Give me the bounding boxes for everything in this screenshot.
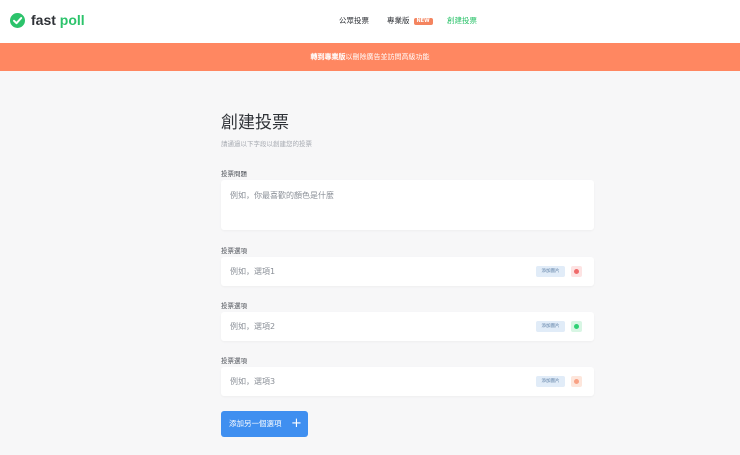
main-nav: 公眾投票 專業版 NEW 創建投票 xyxy=(0,15,740,29)
option-3-color-picker[interactable] xyxy=(571,376,582,387)
nav-create-poll[interactable]: 創建投票 xyxy=(447,15,477,27)
option-1-placeholder: 例如，選項1 xyxy=(230,267,276,276)
banner-strong-text: 轉到專業版 xyxy=(310,53,346,61)
color-dot-icon xyxy=(574,324,579,329)
option-1-label: 投票選項 xyxy=(221,247,247,255)
question-label: 投票問題 xyxy=(221,170,247,178)
nav-public-polls[interactable]: 公眾投票 xyxy=(339,15,369,27)
top-header: fast poll 公眾投票 專業版 NEW 創建投票 xyxy=(0,0,740,43)
option-2-color-picker[interactable] xyxy=(571,321,582,332)
nav-pro[interactable]: 專業版 NEW xyxy=(387,15,433,27)
option-1-field[interactable]: 例如，選項1 添加圖片 xyxy=(221,257,594,286)
option-2-label: 投票選項 xyxy=(221,302,247,310)
color-dot-icon xyxy=(574,379,579,384)
option-2-field[interactable]: 例如，選項2 添加圖片 xyxy=(221,312,594,341)
upgrade-banner[interactable]: 轉到專業版以刪除廣告並訪問高級功能 xyxy=(0,43,740,71)
plus-icon: + xyxy=(291,416,302,431)
page-subtitle: 請通過以下字段以創建您的投票 xyxy=(221,140,312,148)
banner-rest-text: 以刪除廣告並訪問高級功能 xyxy=(345,53,430,61)
banner-text: 轉到專業版以刪除廣告並訪問高級功能 xyxy=(311,52,430,62)
nav-pro-label: 專業版 xyxy=(387,16,410,25)
option-3-label: 投票選項 xyxy=(221,357,247,365)
option-3-placeholder: 例如，選項3 xyxy=(230,377,276,386)
option-2-add-image-button[interactable]: 添加圖片 xyxy=(536,321,565,332)
add-option-button[interactable]: 添加另一個選項 + xyxy=(221,411,308,437)
new-badge: NEW xyxy=(413,18,433,25)
page-title: 創建投票 xyxy=(221,113,289,133)
color-dot-icon xyxy=(574,269,579,274)
option-3-field[interactable]: 例如，選項3 添加圖片 xyxy=(221,367,594,396)
question-field[interactable]: 例如，你最喜歡的顏色是什麼 xyxy=(221,180,594,230)
add-option-label: 添加另一個選項 xyxy=(229,419,282,428)
option-3-add-image-button[interactable]: 添加圖片 xyxy=(536,376,565,387)
option-2-placeholder: 例如，選項2 xyxy=(230,322,276,331)
question-placeholder: 例如，你最喜歡的顏色是什麼 xyxy=(230,191,334,200)
option-1-color-picker[interactable] xyxy=(571,266,582,277)
option-1-add-image-button[interactable]: 添加圖片 xyxy=(536,266,565,277)
